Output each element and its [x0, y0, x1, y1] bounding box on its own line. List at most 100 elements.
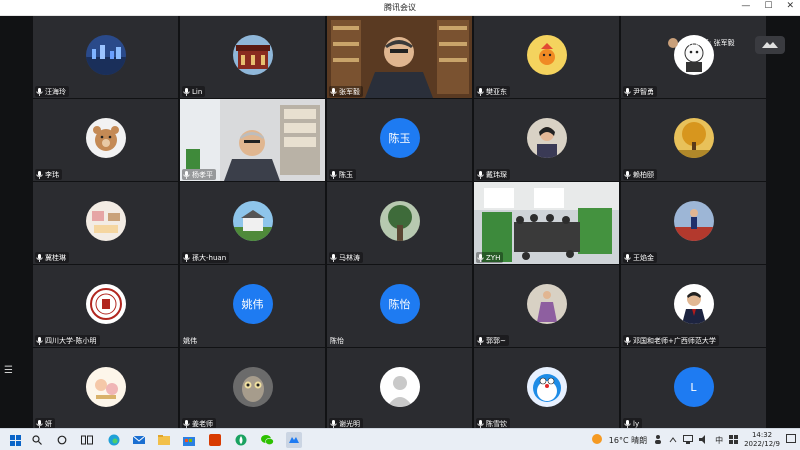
clock-date: 2022/12/9	[744, 440, 780, 448]
microphone-icon	[183, 253, 190, 262]
participant-tile[interactable]: 张军毅	[327, 16, 472, 98]
minimize-button[interactable]: —	[741, 1, 750, 11]
participant-nametag: 李玮	[35, 169, 62, 180]
participant-tile[interactable]: 王焰金	[621, 182, 766, 264]
microphone-icon	[330, 87, 337, 96]
participant-avatar: 陈玉	[379, 118, 420, 158]
windows-start-icon[interactable]	[8, 433, 22, 447]
close-button[interactable]: ✕	[786, 1, 794, 11]
participant-tile[interactable]: ZYH	[474, 182, 619, 264]
participant-tile[interactable]: 樊亚东	[474, 16, 619, 98]
participant-tile[interactable]: 杨孝平	[180, 99, 325, 181]
default-person-avatar	[379, 367, 420, 407]
participant-name: 陈雪钦	[486, 419, 507, 428]
owl-photo-avatar	[232, 367, 273, 407]
food-photo-avatar	[85, 201, 126, 241]
participant-nametag: 邓国和老师+广西师范大学	[623, 335, 719, 346]
store-icon[interactable]	[182, 433, 196, 447]
participant-tile[interactable]: 陈怡 陈怡	[327, 265, 472, 347]
microphone-icon	[36, 419, 43, 428]
left-sidebar: ☰	[0, 16, 32, 428]
speaker-avatar-icon	[668, 38, 678, 48]
chevron-up-icon[interactable]	[669, 436, 677, 445]
participant-name: 谢光明	[339, 419, 360, 428]
participant-nametag: 马林涛	[329, 252, 363, 263]
participant-tile[interactable]: 戴玮琛	[474, 99, 619, 181]
clock[interactable]: 14:32 2022/12/9	[744, 431, 780, 449]
participant-tile[interactable]: 汪海玲	[33, 16, 178, 98]
weather-sun-icon	[591, 433, 603, 447]
participant-nametag: 张军毅	[329, 86, 363, 97]
participant-tile[interactable]: 孫大-huan	[180, 182, 325, 264]
participant-nametag: 戴玮琛	[476, 169, 510, 180]
grid-ime-icon[interactable]	[729, 434, 739, 446]
participant-name: 李玮	[45, 170, 59, 179]
network-icon[interactable]	[683, 434, 694, 446]
microphone-icon	[477, 419, 484, 428]
participant-tile[interactable]: 四川大学-陈小明	[33, 265, 178, 347]
title-bar: 腾讯会议 — ☐ ✕	[0, 0, 800, 16]
participant-name: 王焰金	[633, 253, 654, 262]
participant-name: 姚伟	[183, 336, 197, 345]
search-icon[interactable]	[30, 433, 44, 447]
task-view-icon[interactable]	[80, 433, 94, 447]
wechat-icon[interactable]	[260, 433, 274, 447]
tencent-meeting-taskbar-icon[interactable]	[286, 432, 302, 448]
layout-view-button[interactable]	[755, 36, 785, 54]
office-icon[interactable]	[208, 433, 222, 447]
participant-name: 姜老师	[192, 419, 213, 428]
participant-tile[interactable]: 郭郭~	[474, 265, 619, 347]
participant-name: ZYH	[486, 253, 501, 262]
participant-nametag: 陈怡	[329, 335, 347, 346]
participant-tile[interactable]: 陈雪钦	[474, 348, 619, 430]
doraemon-avatar	[526, 367, 567, 407]
window-title: 腾讯会议	[384, 3, 416, 12]
participant-tile[interactable]: 妍	[33, 348, 178, 430]
dancer-photo-avatar	[526, 284, 567, 324]
weather-text[interactable]: 16°C 晴朗	[609, 435, 647, 446]
participant-tile[interactable]: Lin	[180, 16, 325, 98]
participant-tile[interactable]: 陈玉 陈玉	[327, 99, 472, 181]
participant-tile[interactable]: 姜老师	[180, 348, 325, 430]
house-photo-avatar	[232, 201, 273, 241]
participant-tile[interactable]: 李玮	[33, 99, 178, 181]
maximize-button[interactable]: ☐	[764, 1, 772, 11]
participant-tile[interactable]: 赖柏颐	[621, 99, 766, 181]
edge-icon[interactable]	[107, 433, 121, 447]
participant-avatar: 陈怡	[379, 284, 420, 324]
participant-name: 杨孝平	[192, 170, 213, 179]
participant-tile[interactable]: 谢光明	[327, 348, 472, 430]
participant-name: 妍	[45, 419, 52, 428]
clock-time: 14:32	[751, 431, 773, 439]
tree-photo-avatar	[379, 201, 420, 241]
ime-indicator[interactable]: 中	[715, 435, 723, 446]
participant-tile[interactable]: 马林涛	[327, 182, 472, 264]
list-toggle-icon[interactable]: ☰	[4, 365, 13, 376]
participant-tile[interactable]: 姚伟 姚伟	[180, 265, 325, 347]
cortana-icon[interactable]	[55, 433, 69, 447]
microphone-icon	[624, 336, 631, 345]
participant-nametag: 樊亚东	[476, 86, 510, 97]
participant-tile[interactable]: 尹智勇	[621, 16, 766, 98]
microphone-icon	[330, 253, 337, 262]
mail-icon[interactable]	[132, 433, 146, 447]
participant-name: 四川大学-陈小明	[45, 336, 97, 345]
participant-nametag: Lin	[182, 86, 206, 97]
green-app-icon[interactable]	[234, 433, 248, 447]
participant-tile[interactable]: 邓国和老师+广西师范大学	[621, 265, 766, 347]
city-night-photo-avatar	[85, 35, 126, 75]
participant-tile[interactable]: 冀桂琳	[33, 182, 178, 264]
microphone-icon	[624, 253, 631, 262]
microphone-icon	[477, 336, 484, 345]
sketch-photo-avatar	[85, 367, 126, 407]
participant-tile[interactable]: Lly	[621, 348, 766, 430]
windows-taskbar: 16°C 晴朗 中 14:32 2022/12/9	[0, 428, 800, 450]
notification-icon[interactable]	[786, 434, 796, 446]
people-icon[interactable]	[653, 434, 663, 446]
participant-name: 汪海玲	[45, 87, 66, 96]
participant-name: 樊亚东	[486, 87, 507, 96]
file-explorer-icon[interactable]	[157, 433, 171, 447]
volume-icon[interactable]	[699, 434, 709, 446]
participant-name: 冀桂琳	[45, 253, 66, 262]
microphone-icon	[183, 87, 190, 96]
